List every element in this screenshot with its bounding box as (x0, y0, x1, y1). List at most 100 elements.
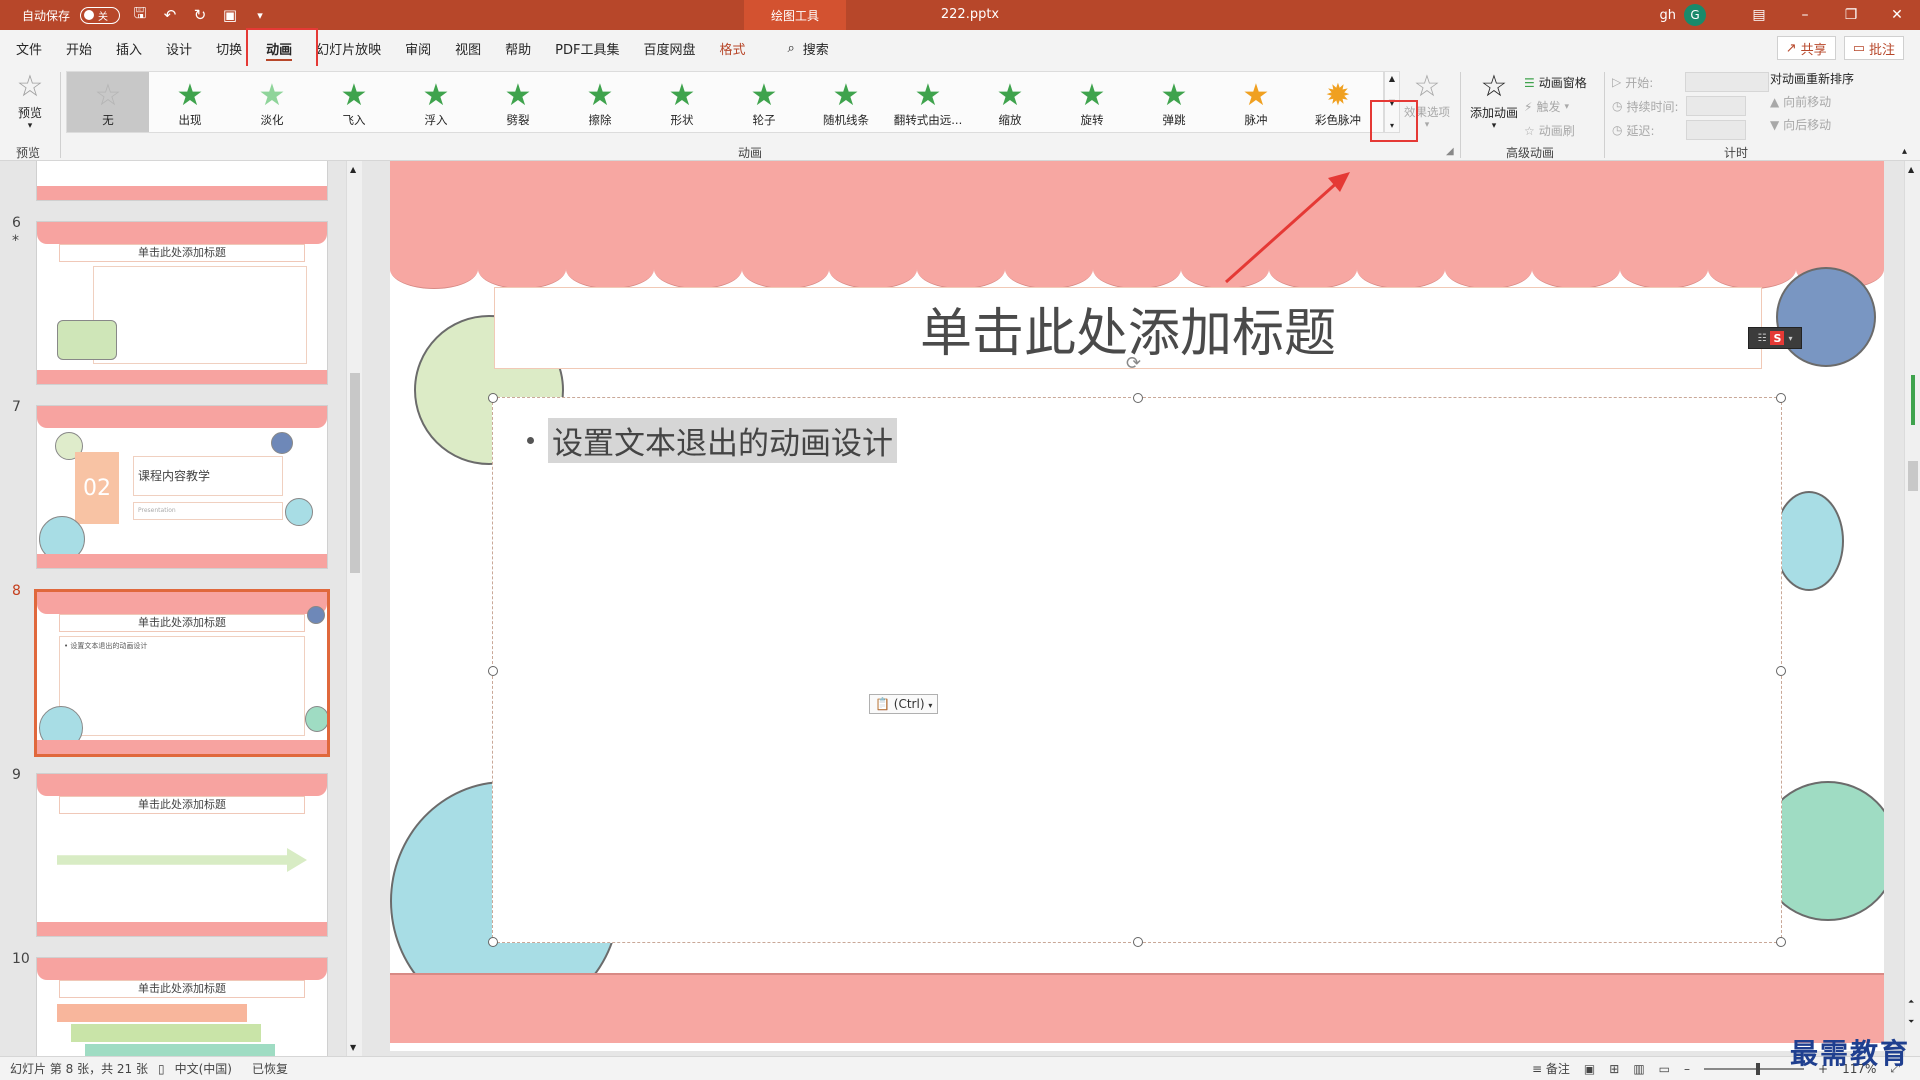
tab-baidu-netdisk[interactable]: 百度网盘 (631, 30, 707, 66)
animation-wheel[interactable]: ★ 轮子 (723, 72, 805, 132)
animation-shape[interactable]: ★ 形状 (641, 72, 723, 132)
tab-review[interactable]: 审阅 (393, 30, 443, 66)
tab-help[interactable]: 帮助 (493, 30, 543, 66)
notes-button[interactable]: ≡ 备注 (1532, 1060, 1570, 1077)
reading-view-icon[interactable]: ▥ (1633, 1062, 1644, 1076)
slide-thumbnail[interactable]: 单击此处添加标题 (36, 773, 328, 937)
slideshow-icon[interactable]: ▭ (1659, 1062, 1670, 1076)
animation-fly-in[interactable]: ★ 飞入 (313, 72, 395, 132)
animation-bounce[interactable]: ★ 弹跳 (1133, 72, 1215, 132)
bullet-item[interactable]: 设置文本退出的动画设计 (527, 418, 897, 463)
ime-toolbar[interactable]: ☷ S ▾ (1748, 327, 1802, 349)
resize-handle[interactable] (488, 666, 498, 676)
spellcheck-icon[interactable]: ▯ (158, 1062, 165, 1076)
resize-handle[interactable] (1133, 937, 1143, 947)
star-icon: ★ (176, 78, 204, 113)
rotate-handle-icon[interactable]: ⟳ (1126, 353, 1141, 374)
tab-transitions[interactable]: 切换 (204, 30, 254, 66)
tab-slideshow[interactable]: 幻灯片放映 (304, 30, 393, 66)
tab-insert[interactable]: 插入 (104, 30, 154, 66)
move-later-button[interactable]: ▼ 向后移动 (1770, 116, 1910, 133)
present-icon[interactable]: ▣ (220, 5, 240, 25)
animation-none[interactable]: ☆ 无 (67, 72, 149, 132)
duration-input[interactable] (1686, 96, 1747, 116)
trigger-button[interactable]: ⚡ 触发 ▾ (1524, 98, 1569, 115)
scroll-thumb[interactable] (350, 373, 360, 573)
animation-pane-button[interactable]: ☰ 动画窗格 (1524, 74, 1587, 91)
slide-thumbnail[interactable]: 单击此处添加标题 (36, 221, 328, 385)
search-box[interactable]: ⌕ 搜索 (788, 39, 829, 58)
slide-body-placeholder[interactable]: 设置文本退出的动画设计 📋 (Ctrl) ▾ (488, 393, 1786, 947)
thumb-band (37, 922, 327, 936)
comments-label: 批注 (1868, 42, 1895, 58)
thumb-title: 单击此处添加标题 (59, 244, 305, 262)
animation-pulse[interactable]: ★ 脉冲 (1215, 72, 1297, 132)
tab-file[interactable]: 文件 (4, 30, 54, 66)
slide-thumbnail-active[interactable]: 单击此处添加标题 • 设置文本退出的动画设计 (34, 589, 330, 757)
animation-appear[interactable]: ★ 出现 (149, 72, 231, 132)
resize-handle[interactable] (1776, 393, 1786, 403)
normal-view-icon[interactable]: ▣ (1584, 1062, 1595, 1076)
bullet-text-selected[interactable]: 设置文本退出的动画设计 (548, 418, 897, 463)
animation-color-pulse[interactable]: ✹ 彩色脉冲 (1297, 72, 1379, 132)
resize-handle[interactable] (1133, 393, 1143, 403)
animation-random-bars[interactable]: ★ 随机线条 (805, 72, 887, 132)
prev-slide-icon[interactable]: ⏶ (1908, 997, 1914, 1007)
tab-view[interactable]: 视图 (443, 30, 493, 66)
zoom-out-icon[interactable]: – (1684, 1062, 1690, 1076)
dialog-launcher-icon[interactable]: ◢ (1446, 146, 1454, 157)
slide-canvas[interactable]: 单击此处添加标题 ⟳ ☷ S ▾ 设置文本退出的动画设计 📋 (Ctrl) ▾ (390, 161, 1884, 1051)
restore-icon[interactable]: ❐ (1828, 0, 1874, 30)
move-earlier-button[interactable]: ▲ 向前移动 (1770, 93, 1910, 110)
undo-icon[interactable]: ↶ (160, 5, 180, 25)
comments-button[interactable]: ▭ 批注 (1843, 36, 1904, 60)
language[interactable]: 中文(中国) (165, 1060, 242, 1077)
animation-fade[interactable]: ★ 淡化 (231, 72, 313, 132)
slide-sorter-icon[interactable]: ⊞ (1609, 1062, 1619, 1076)
close-icon[interactable]: ✕ (1874, 0, 1920, 30)
animation-swivel[interactable]: ★ 旋转 (1051, 72, 1133, 132)
preview-button[interactable]: ☆ 预览 ▾ (8, 70, 52, 136)
tab-home[interactable]: 开始 (54, 30, 104, 66)
zoom-slider-thumb[interactable] (1756, 1062, 1761, 1075)
avatar[interactable]: G (1684, 4, 1706, 26)
add-animation-button[interactable]: ☆ 添加动画 ▾ (1466, 70, 1522, 132)
tab-animations[interactable]: 动画 (254, 30, 304, 66)
next-slide-icon[interactable]: ⏷ (1908, 1017, 1914, 1027)
gallery-up-icon[interactable]: ▲ (1389, 74, 1395, 83)
resize-handle[interactable] (488, 937, 498, 947)
resize-handle[interactable] (1776, 666, 1786, 676)
start-select[interactable] (1685, 72, 1770, 92)
minimize-icon[interactable]: – (1782, 0, 1828, 30)
paste-options-button[interactable]: 📋 (Ctrl) ▾ (869, 694, 939, 714)
slide-thumbnail[interactable]: 02 课程内容教学 Presentation (36, 405, 328, 569)
tab-pdf-tools[interactable]: PDF工具集 (543, 30, 631, 66)
animation-wipe[interactable]: ★ 擦除 (559, 72, 641, 132)
scroll-up-icon[interactable]: ▲ (1908, 165, 1914, 174)
customize-qat-icon[interactable]: ▾ (250, 5, 270, 25)
scroll-down-icon[interactable]: ▼ (350, 1043, 356, 1052)
slide-thumbnail[interactable]: 单击此处添加标题 (36, 957, 328, 1056)
resize-handle[interactable] (488, 393, 498, 403)
collapse-ribbon-icon[interactable]: ▴ (1902, 146, 1907, 157)
share-button[interactable]: ↗ 共享 (1776, 36, 1836, 60)
animation-label: 脉冲 (1244, 113, 1268, 127)
scroll-up-icon[interactable]: ▲ (350, 165, 356, 174)
tab-format[interactable]: 格式 (708, 30, 758, 66)
autosave-toggle[interactable]: 关 (80, 6, 121, 24)
redo-icon[interactable]: ↻ (190, 5, 210, 25)
animation-split[interactable]: ★ 劈裂 (477, 72, 559, 132)
thumbnails-scrollbar[interactable]: ▲ ▼ (346, 161, 362, 1056)
delay-input[interactable] (1686, 120, 1747, 140)
slide-thumbnail[interactable] (36, 161, 328, 201)
ribbon-display-icon[interactable]: ▤ (1736, 0, 1782, 30)
save-icon[interactable]: 🖫 (130, 4, 150, 25)
resize-handle[interactable] (1776, 937, 1786, 947)
slide-scrollbar[interactable]: ▲ ⏶ ⏷ (1904, 161, 1920, 1056)
animation-float-in[interactable]: ★ 浮入 (395, 72, 477, 132)
animation-zoom[interactable]: ★ 缩放 (969, 72, 1051, 132)
scroll-thumb[interactable] (1908, 461, 1918, 491)
animation-painter-button[interactable]: ☆ 动画刷 (1524, 122, 1575, 139)
animation-grow-turn[interactable]: ★ 翻转式由远... (887, 72, 969, 132)
tab-design[interactable]: 设计 (154, 30, 204, 66)
